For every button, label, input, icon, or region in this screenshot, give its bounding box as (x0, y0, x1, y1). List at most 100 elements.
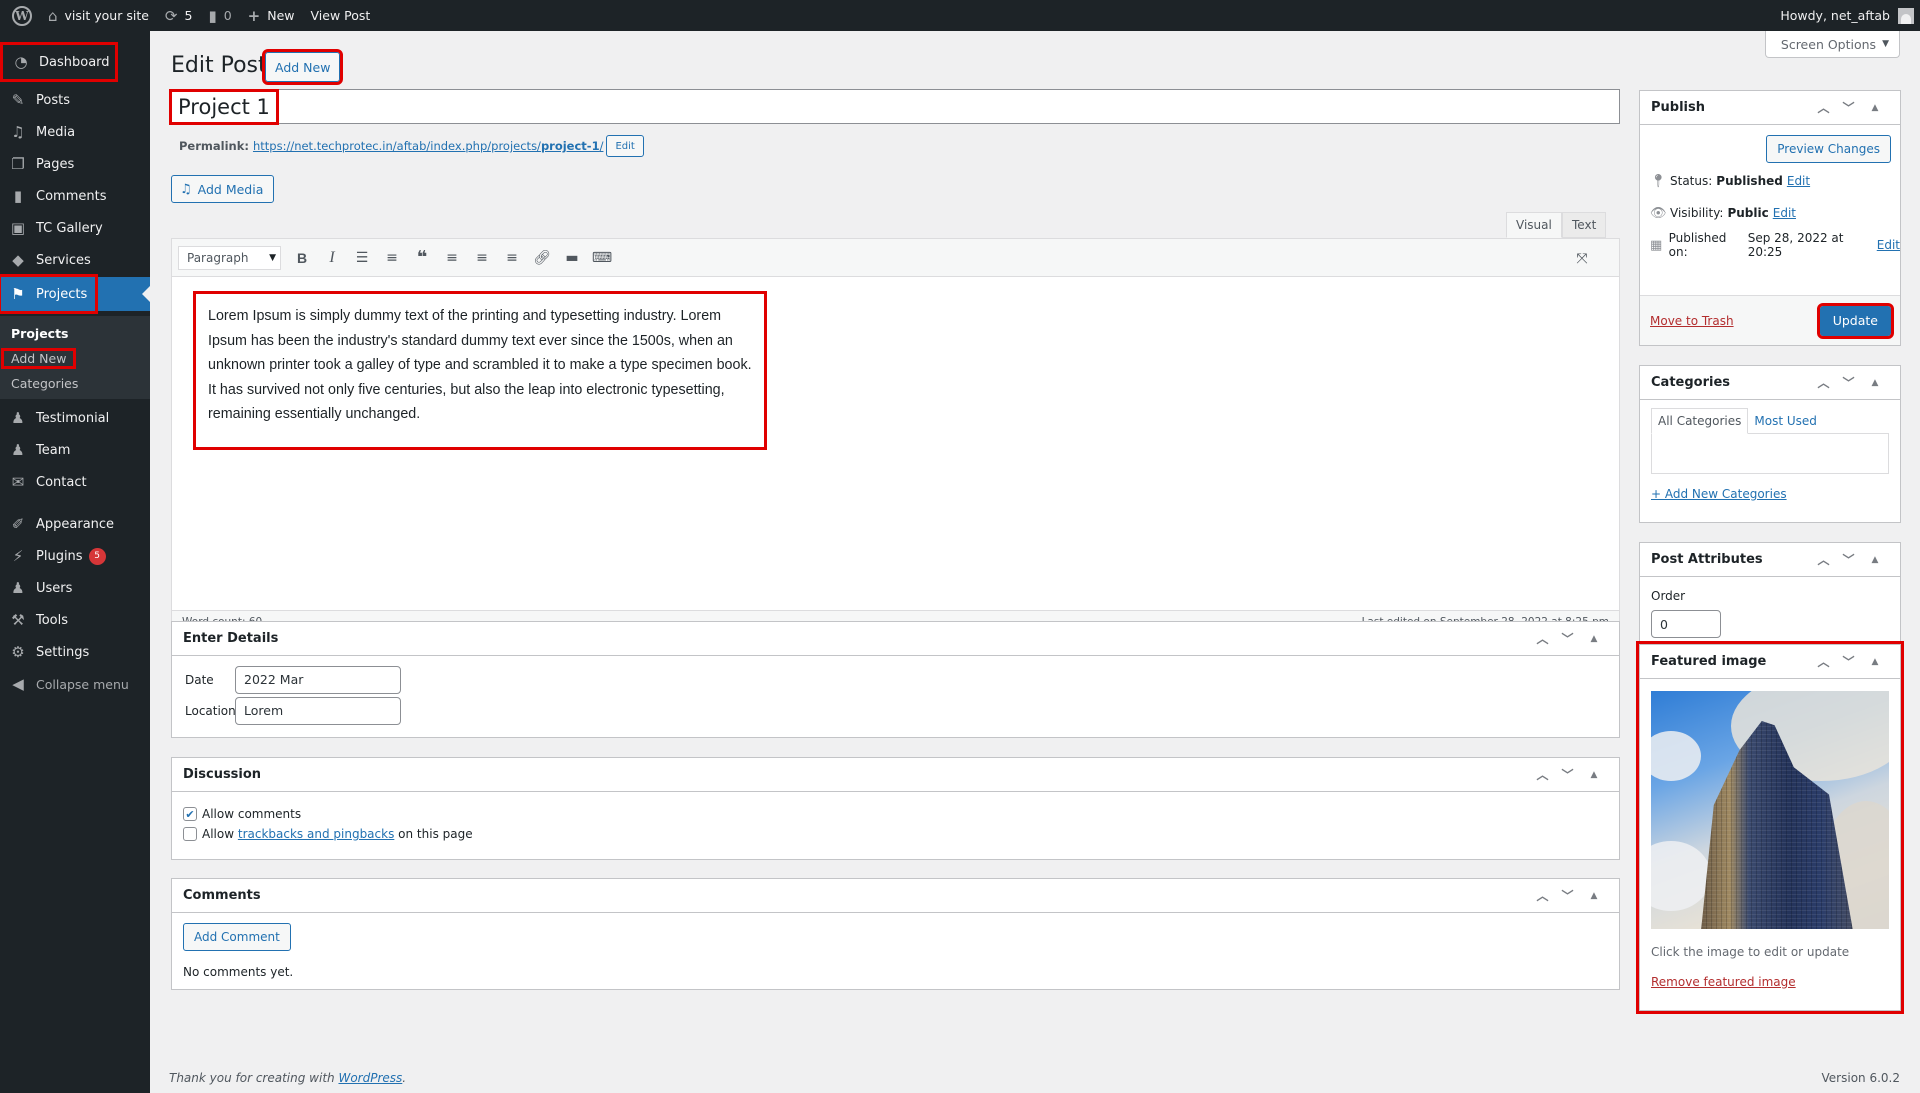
sidebar-item-users[interactable]: ♟ Users (0, 572, 150, 604)
move-down-icon[interactable]: ﹀ (1836, 374, 1861, 391)
move-down-icon[interactable]: ﹀ (1836, 551, 1861, 568)
add-new-button[interactable]: Add New (261, 49, 344, 85)
collapse-menu-button[interactable]: ◀ Collapse menu (0, 668, 150, 700)
sidebar-item-pages[interactable]: ❐ Pages (0, 148, 150, 180)
add-new-category-link[interactable]: + Add New Categories (1651, 487, 1787, 501)
tab-all-categories[interactable]: All Categories (1651, 408, 1749, 434)
sidebar-item-dashboard[interactable]: ◔ Dashboard (0, 42, 118, 82)
collapse-toggle-icon[interactable]: ▲ (1580, 891, 1608, 901)
align-right-button[interactable]: ≡ (497, 244, 527, 272)
post-content-text[interactable]: Lorem Ipsum is simply dummy text of the … (193, 291, 767, 450)
my-account-menu[interactable]: Howdy, net_aftab (1772, 0, 1920, 31)
align-left-button[interactable]: ≡ (437, 244, 467, 272)
add-media-button[interactable]: ♫ Add Media (171, 175, 275, 203)
pin-icon: 📍︎ (1650, 173, 1667, 189)
fullscreen-button[interactable]: ⤧ (1567, 245, 1597, 273)
permalink-slug: project-1 (540, 139, 600, 153)
italic-button[interactable]: I (317, 244, 347, 272)
sidebar-item-services[interactable]: ◆ Services (0, 244, 150, 276)
bold-button[interactable]: B (287, 244, 317, 272)
post-title-input[interactable]: Project 1 (169, 88, 1620, 125)
edit-status-link[interactable]: Edit (1787, 174, 1810, 188)
move-to-trash-link[interactable]: Move to Trash (1650, 314, 1734, 328)
collapse-toggle-icon[interactable]: ▲ (1861, 103, 1889, 113)
move-down-icon[interactable]: ﹀ (1555, 630, 1580, 647)
site-name-link[interactable]: ⌂ visit your site (40, 0, 157, 31)
new-content-link[interactable]: + New (240, 0, 303, 31)
collapse-toggle-icon[interactable]: ▲ (1861, 555, 1889, 565)
sidebar-item-testimonial[interactable]: ♟ Testimonial (0, 402, 150, 434)
permalink-link[interactable]: https://net.techprotec.in/aftab/index.ph… (253, 139, 603, 153)
move-up-icon[interactable]: ︿ (1811, 551, 1836, 568)
wordpress-link[interactable]: WordPress (338, 1071, 402, 1085)
move-down-icon[interactable]: ﹀ (1555, 887, 1580, 904)
bulleted-list-button[interactable]: ☰ (347, 244, 377, 272)
editor-body[interactable]: Lorem Ipsum is simply dummy text of the … (172, 277, 1619, 604)
toolbar-toggle-button[interactable]: ⌨ (587, 244, 617, 272)
allow-comments-checkbox[interactable]: ✔ (183, 807, 197, 821)
tab-visual[interactable]: Visual (1506, 212, 1562, 238)
order-field[interactable]: 0 (1651, 610, 1721, 638)
remove-featured-image-link[interactable]: Remove featured image (1651, 975, 1796, 989)
screen-options-button[interactable]: Screen Options ▼ (1764, 31, 1900, 58)
edit-permalink-button[interactable]: Edit (606, 135, 644, 157)
sidebar-item-posts[interactable]: ✎ Posts (0, 84, 150, 116)
move-up-icon[interactable]: ︿ (1530, 887, 1555, 904)
collapse-toggle-icon[interactable]: ▲ (1580, 634, 1608, 644)
insert-link-button[interactable]: 🔗︎ (527, 244, 557, 272)
sidebar-item-contact[interactable]: ✉ Contact (0, 466, 150, 498)
footer-thanks-suffix: . (402, 1071, 407, 1085)
move-up-icon[interactable]: ︿ (1530, 766, 1555, 783)
allow-pings-checkbox[interactable] (183, 827, 197, 841)
sidebar-item-projects[interactable]: ⚑ Projects (0, 274, 150, 314)
allow-comments-label: Allow comments (202, 807, 302, 821)
location-field[interactable]: Lorem (235, 696, 401, 725)
date-field[interactable]: 2022 Mar (235, 665, 401, 694)
align-center-button[interactable]: ≡ (467, 244, 497, 272)
wordpress-logo-menu[interactable]: W (4, 0, 40, 31)
preview-changes-button[interactable]: Preview Changes (1766, 135, 1891, 163)
featured-image-thumbnail[interactable] (1651, 691, 1889, 929)
collapse-toggle-icon[interactable]: ▲ (1580, 770, 1608, 780)
sidebar-item-settings[interactable]: ⚙ Settings (0, 636, 150, 668)
blockquote-button[interactable]: ❝ (407, 244, 437, 272)
sidebar-item-media[interactable]: ♫ Media (0, 116, 150, 148)
tab-text[interactable]: Text (1562, 212, 1607, 238)
users-icon: ♟ (11, 579, 25, 597)
sidebar-item-plugins[interactable]: ⚡ Plugins 5 (0, 540, 150, 572)
collapse-toggle-icon[interactable]: ▲ (1861, 657, 1889, 667)
submenu-categories[interactable]: Categories (11, 376, 78, 391)
move-down-icon[interactable]: ﹀ (1836, 653, 1861, 670)
bold-icon: B (296, 249, 308, 266)
numbered-list-button[interactable]: ≡ (377, 244, 407, 272)
submenu-add-new[interactable]: Add New (0, 348, 77, 369)
edit-date-link[interactable]: Edit (1877, 238, 1900, 252)
tab-most-used[interactable]: Most Used (1748, 408, 1823, 434)
postbox-title: Categories (1651, 375, 1731, 390)
sidebar-item-appearance[interactable]: ✐ Appearance (0, 508, 150, 540)
read-more-button[interactable]: ▬ (557, 244, 587, 272)
move-up-icon[interactable]: ︿ (1811, 374, 1836, 391)
edit-visibility-link[interactable]: Edit (1773, 206, 1796, 220)
sidebar-item-tc-gallery[interactable]: ▣ TC Gallery (0, 212, 150, 244)
update-button[interactable]: Update (1816, 302, 1895, 339)
read-more-icon: ▬ (565, 249, 579, 266)
format-select[interactable]: Paragraph ▼ (178, 245, 281, 270)
move-up-icon[interactable]: ︿ (1811, 653, 1836, 670)
sidebar-item-tools[interactable]: ⚒ Tools (0, 604, 150, 636)
collapse-toggle-icon[interactable]: ▲ (1861, 378, 1889, 388)
updates-link[interactable]: ⟳ 5 (157, 0, 201, 31)
move-down-icon[interactable]: ﹀ (1555, 766, 1580, 783)
comments-link[interactable]: ▮ 0 (200, 0, 239, 31)
sidebar-item-team[interactable]: ♟ Team (0, 434, 150, 466)
numbered-list-icon: ≡ (386, 249, 398, 266)
view-post-link[interactable]: View Post (303, 0, 379, 31)
move-up-icon[interactable]: ︿ (1811, 99, 1836, 116)
submenu-projects[interactable]: Projects (11, 326, 69, 341)
move-up-icon[interactable]: ︿ (1530, 630, 1555, 647)
trackbacks-link[interactable]: trackbacks and pingbacks (238, 827, 394, 841)
dashboard-icon: ◔ (14, 53, 28, 71)
move-down-icon[interactable]: ﹀ (1836, 99, 1861, 116)
add-comment-button[interactable]: Add Comment (183, 923, 291, 951)
sidebar-item-comments[interactable]: ▮ Comments (0, 180, 150, 212)
